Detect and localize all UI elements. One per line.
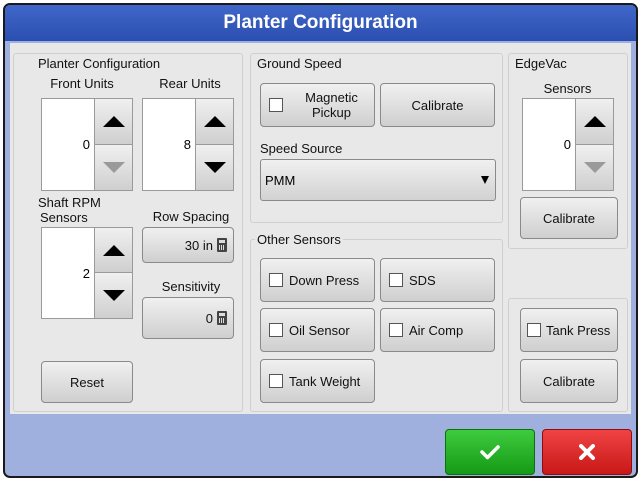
arrow-down-icon	[102, 161, 125, 173]
config-panel: Planter Configuration Front Units 0 Rear…	[10, 43, 631, 414]
air-comp-label: Air Comp	[409, 322, 464, 338]
arrow-down-icon	[203, 161, 226, 173]
shaft-rpm-label-line2: Sensors	[40, 210, 88, 225]
checkbox-icon	[269, 273, 283, 287]
shaft-rpm-stepper: 2	[41, 227, 133, 319]
shaft-rpm-decrement-button[interactable]	[94, 273, 132, 318]
rear-units-increment-button[interactable]	[195, 99, 233, 145]
arrow-down-icon	[583, 161, 606, 173]
planter-config-group-label: Planter Configuration	[36, 56, 163, 71]
cancel-button[interactable]	[542, 429, 632, 475]
speed-source-select[interactable]: PMM	[260, 159, 496, 201]
edgevac-sensors-stepper: 0	[522, 98, 614, 191]
arrow-up-icon	[203, 115, 226, 127]
tank-press-label: Tank Press	[546, 322, 611, 338]
checkbox-icon	[269, 323, 283, 337]
front-units-decrement-button[interactable]	[94, 144, 132, 190]
magnetic-pickup-checkbox[interactable]: Magnetic Pickup	[260, 83, 375, 127]
other-sensors-group-label: Other Sensors	[255, 232, 343, 247]
front-units-increment-button[interactable]	[94, 99, 132, 145]
shaft-rpm-value: 2	[42, 228, 94, 318]
sensitivity-value: 0	[205, 310, 213, 326]
checkbox-icon	[269, 374, 283, 388]
magnetic-pickup-label-line1: Magnetic	[305, 90, 358, 105]
close-icon	[579, 444, 595, 460]
ok-button[interactable]	[445, 429, 535, 475]
tank-weight-checkbox[interactable]: Tank Weight	[260, 359, 375, 403]
magnetic-pickup-label-line2: Pickup	[311, 105, 352, 120]
dropdown-arrow-icon	[481, 176, 489, 184]
edgevac-sensors-increment-button[interactable]	[575, 99, 613, 145]
sensitivity-button[interactable]: 0	[142, 297, 234, 339]
checkbox-icon	[527, 323, 541, 337]
oil-sensor-checkbox[interactable]: Oil Sensor	[260, 308, 375, 352]
shaft-rpm-label-line1: Shaft RPM	[38, 195, 101, 210]
rear-units-label: Rear Units	[159, 76, 221, 91]
arrow-down-icon	[102, 290, 125, 301]
down-press-checkbox[interactable]: Down Press	[260, 258, 375, 302]
calculator-icon	[217, 238, 227, 252]
checkbox-icon	[389, 273, 403, 287]
ground-speed-group-label: Ground Speed	[255, 56, 344, 71]
tank-weight-label: Tank Weight	[289, 373, 361, 389]
tank-calibrate-button[interactable]: Calibrate	[520, 359, 618, 403]
sensitivity-label: Sensitivity	[161, 279, 221, 294]
air-comp-checkbox[interactable]: Air Comp	[380, 308, 495, 352]
edgevac-calibrate-button[interactable]: Calibrate	[520, 197, 618, 239]
checkmark-icon	[480, 445, 500, 460]
arrow-up-icon	[583, 115, 606, 127]
dialog-title: Planter Configuration	[5, 5, 636, 41]
ground-speed-calibrate-button[interactable]: Calibrate	[380, 83, 495, 127]
row-spacing-button[interactable]: 30 in	[142, 227, 234, 263]
rear-units-decrement-button[interactable]	[195, 144, 233, 190]
row-spacing-value: 30 in	[184, 237, 213, 253]
sds-checkbox[interactable]: SDS	[380, 258, 495, 302]
oil-sensor-label: Oil Sensor	[289, 322, 350, 338]
sds-label: SDS	[409, 272, 436, 288]
rear-units-value: 8	[143, 99, 195, 190]
speed-source-label: Speed Source	[260, 141, 343, 156]
calculator-icon	[217, 311, 227, 325]
arrow-up-icon	[102, 115, 125, 127]
edgevac-sensors-decrement-button[interactable]	[575, 144, 613, 190]
edgevac-sensors-value: 0	[523, 99, 575, 190]
speed-source-value: PMM	[265, 172, 296, 188]
front-units-value: 0	[42, 99, 94, 190]
checkbox-icon	[389, 323, 403, 337]
front-units-label: Front Units	[50, 76, 114, 91]
shaft-rpm-increment-button[interactable]	[94, 228, 132, 273]
row-spacing-label: Row Spacing	[152, 209, 230, 224]
checkbox-icon	[269, 98, 283, 112]
arrow-up-icon	[102, 244, 125, 256]
reset-button[interactable]: Reset	[41, 361, 133, 403]
edgevac-sensors-label: Sensors	[543, 81, 592, 96]
front-units-stepper: 0	[41, 98, 133, 191]
down-press-label: Down Press	[289, 272, 360, 288]
planter-config-dialog: Planter Configuration Planter Configurat…	[3, 3, 638, 478]
edgevac-group-label: EdgeVac	[513, 56, 569, 71]
rear-units-stepper: 8	[142, 98, 234, 191]
tank-press-checkbox[interactable]: Tank Press	[520, 308, 618, 352]
